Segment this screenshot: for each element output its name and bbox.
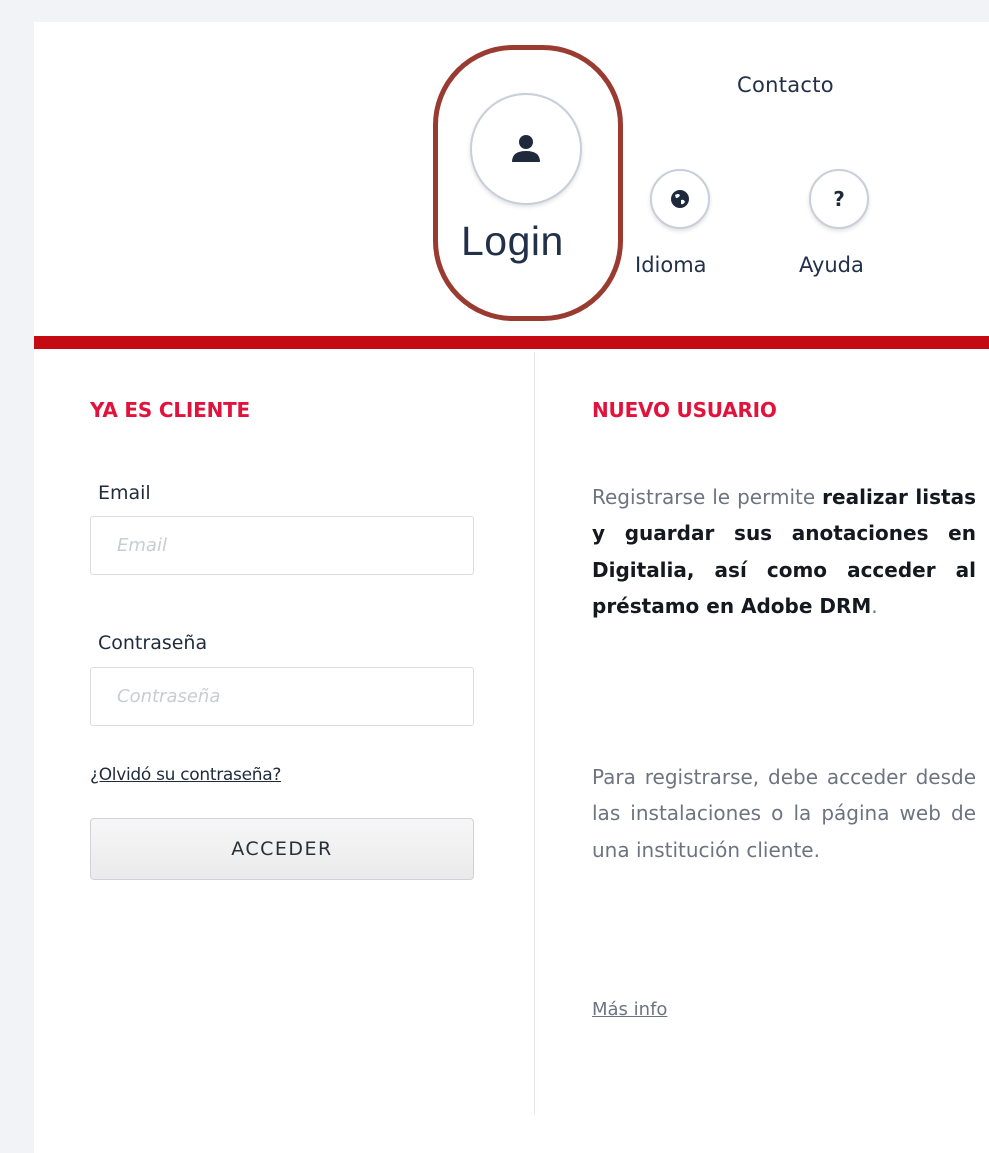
email-input[interactable] — [90, 516, 474, 575]
help-button[interactable]: ? — [809, 169, 869, 229]
contact-link[interactable]: Contacto — [737, 73, 834, 97]
column-divider — [534, 352, 535, 1114]
help-label[interactable]: Ayuda — [799, 253, 864, 277]
new-user-title: NUEVO USUARIO — [592, 398, 777, 422]
language-label[interactable]: Idioma — [635, 253, 707, 277]
existing-client-title: YA ES CLIENTE — [90, 398, 251, 422]
globe-icon — [671, 190, 689, 208]
password-label: Contraseña — [98, 632, 208, 654]
language-button[interactable] — [650, 169, 710, 229]
header-divider-bar — [34, 336, 989, 349]
description-end-text: . — [871, 594, 878, 619]
new-user-description: Registrarse le permite realizar listas y… — [592, 479, 976, 625]
login-highlight-annotation — [433, 45, 623, 321]
more-info-link[interactable]: Más info — [592, 999, 667, 1020]
registration-instructions: Para registrarse, debe acceder desde las… — [592, 765, 976, 862]
password-input[interactable] — [90, 667, 474, 726]
login-submit-button[interactable]: ACCEDER — [90, 818, 474, 880]
forgot-password-link[interactable]: ¿Olvidó su contraseña? — [90, 765, 281, 785]
email-label: Email — [98, 482, 151, 504]
description-plain-text: Registrarse le permite — [592, 485, 823, 509]
help-icon: ? — [833, 187, 845, 211]
